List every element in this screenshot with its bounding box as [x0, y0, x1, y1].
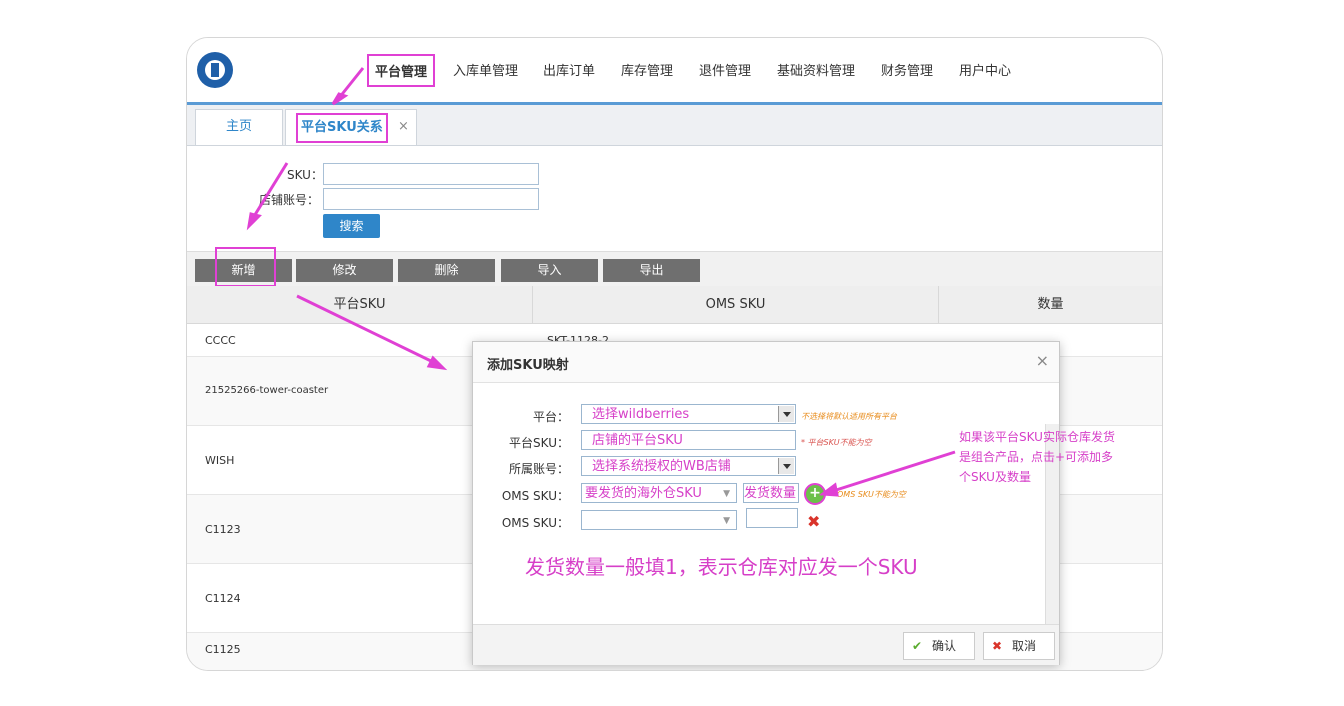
dialog-title-bar: 添加SKU映射 ×: [473, 342, 1059, 383]
import-button[interactable]: 导入: [501, 259, 598, 282]
cell-platform-sku: C1125: [205, 643, 241, 656]
table-header: 平台SKU OMS SKU 数量: [187, 286, 1162, 324]
confirm-label: 确认: [932, 639, 957, 653]
sku-search-input[interactable]: [323, 163, 539, 185]
cell-platform-sku: 21525266-tower-coaster: [205, 385, 329, 396]
col-oms-sku[interactable]: OMS SKU: [533, 286, 939, 323]
cancel-button[interactable]: ✖ 取消: [983, 632, 1055, 660]
cell-platform-sku: C1123: [205, 523, 241, 536]
nav-platform-management[interactable]: 平台管理: [367, 54, 436, 87]
nav-basic-data[interactable]: 基础资料管理: [777, 60, 855, 79]
quantity-annotation: 发货数量一般填1，表示仓库对应发一个SKU: [525, 555, 918, 579]
platform-hint: 不选择将默认适用所有平台: [801, 412, 897, 421]
dialog-footer: ✔ 确认 ✖ 取消: [473, 624, 1059, 665]
oms-sku-label: OMS SKU：: [501, 489, 569, 503]
oms-sku-label-2: OMS SKU：: [501, 516, 569, 530]
nav-inventory[interactable]: 库存管理: [621, 60, 673, 79]
shop-account-input[interactable]: [323, 188, 539, 210]
action-toolbar: 新增 修改 删除 导入 导出: [187, 247, 1162, 287]
sku-search-label: SKU：: [287, 168, 323, 182]
tab-home[interactable]: 主页: [195, 109, 283, 145]
oms-sku-select-value: 要发货的海外仓SKU: [585, 486, 702, 501]
export-button[interactable]: 导出: [603, 259, 700, 282]
nav-outbound-orders[interactable]: 出库订单: [543, 60, 595, 79]
oms-sku-select-2[interactable]: ▼: [581, 510, 737, 530]
chevron-down-icon: [778, 458, 794, 474]
quantity-input-2[interactable]: [746, 508, 798, 528]
oms-sku-hint: OMS SKU不能为空: [837, 490, 906, 499]
tab-platform-sku-label: 平台SKU关系: [296, 113, 388, 143]
nav-user-center[interactable]: 用户中心: [959, 60, 1011, 79]
nav-finance[interactable]: 财务管理: [881, 60, 933, 79]
search-button[interactable]: 搜索: [323, 214, 380, 238]
oms-sku-select[interactable]: 要发货的海外仓SKU ▼: [581, 483, 737, 503]
nav-returns[interactable]: 退件管理: [699, 60, 751, 79]
remove-sku-icon[interactable]: ✖: [807, 512, 820, 531]
app-window: 平台管理 入库单管理 出库订单 库存管理 退件管理 基础资料管理 财务管理 用户…: [186, 37, 1163, 671]
chevron-down-icon: ▼: [723, 516, 730, 526]
platform-sku-label: 平台SKU：: [509, 436, 569, 450]
combo-annotation-line-3: 个SKU及数量: [959, 470, 1031, 484]
nav-inbound-orders[interactable]: 入库单管理: [453, 60, 518, 79]
company-logo-icon: [197, 52, 233, 88]
tab-close-icon[interactable]: ×: [398, 110, 409, 144]
add-sku-mapping-dialog: 添加SKU映射 × 平台： 选择wildberries 不选择将默认适用所有平台…: [472, 341, 1060, 665]
account-select-value: 选择系统授权的WB店铺: [592, 459, 731, 474]
chevron-down-icon: [778, 406, 794, 422]
col-platform-sku[interactable]: 平台SKU: [187, 286, 533, 323]
cancel-label: 取消: [1012, 639, 1037, 653]
dialog-body: 平台： 选择wildberries 不选择将默认适用所有平台 平台SKU： 店铺…: [473, 383, 1059, 662]
platform-select[interactable]: 选择wildberries: [581, 404, 796, 424]
account-label: 所属账号：: [508, 462, 569, 476]
chevron-down-icon: ▼: [723, 489, 730, 499]
add-sku-plus-icon[interactable]: +: [804, 483, 826, 505]
account-select[interactable]: 选择系统授权的WB店铺: [581, 456, 796, 476]
platform-sku-hint: * 平台SKU不能为空: [801, 438, 872, 447]
platform-sku-input[interactable]: 店铺的平台SKU: [581, 430, 796, 450]
cell-platform-sku: C1124: [205, 592, 241, 605]
quantity-input[interactable]: 发货数量: [743, 483, 799, 503]
combo-annotation-line-2: 是组合产品，点击+可添加多: [959, 450, 1114, 464]
edit-button[interactable]: 修改: [296, 259, 393, 282]
dialog-close-icon[interactable]: ×: [1036, 351, 1049, 370]
col-quantity[interactable]: 数量: [939, 286, 1162, 323]
dialog-title: 添加SKU映射: [487, 358, 569, 373]
check-icon: ✔: [912, 639, 923, 653]
add-button-highlight: [215, 247, 276, 287]
tab-platform-sku[interactable]: 平台SKU关系 ×: [285, 109, 417, 145]
tab-bar: 主页 平台SKU关系 ×: [187, 105, 1162, 146]
shop-account-label: 店铺账号：: [259, 193, 320, 207]
cell-platform-sku: WISH: [205, 454, 235, 467]
delete-button[interactable]: 删除: [398, 259, 495, 282]
cross-icon: ✖: [992, 639, 1003, 653]
combo-annotation-line-1: 如果该平台SKU实际仓库发货: [959, 430, 1115, 444]
cell-platform-sku: CCCC: [205, 334, 236, 347]
arrow-head: [246, 212, 262, 231]
confirm-button[interactable]: ✔ 确认: [903, 632, 975, 660]
platform-select-value: 选择wildberries: [592, 407, 690, 422]
platform-label: 平台：: [532, 410, 569, 424]
top-nav-bar: 平台管理 入库单管理 出库订单 库存管理 退件管理 基础资料管理 财务管理 用户…: [187, 38, 1162, 105]
